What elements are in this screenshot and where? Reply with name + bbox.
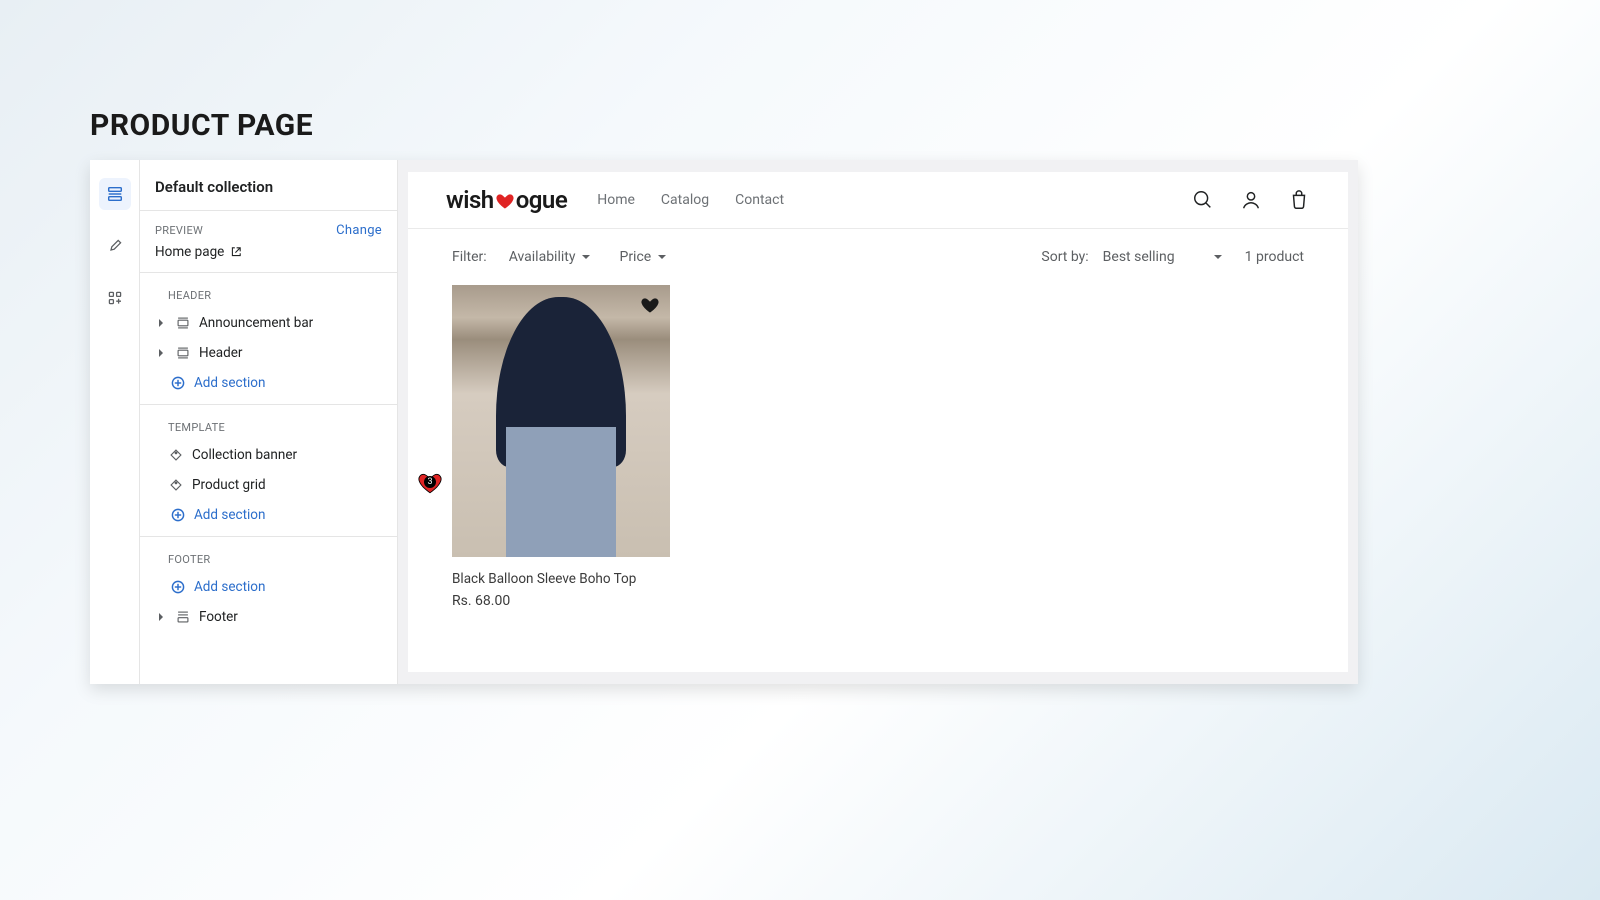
chevron-right-icon bbox=[155, 318, 167, 328]
product-price: Rs. 68.00 bbox=[452, 593, 670, 609]
add-section-label: Add section bbox=[194, 507, 265, 523]
sidebar-header: Default collection bbox=[140, 160, 397, 211]
preview-label: PREVIEW bbox=[155, 224, 203, 237]
tree-item-label: Collection banner bbox=[192, 447, 297, 463]
external-link-icon bbox=[230, 246, 242, 258]
group-label-template: TEMPLATE bbox=[140, 411, 397, 440]
store-header: wish ogue Home Catalog Contact bbox=[408, 172, 1348, 229]
tree-item-label: Announcement bar bbox=[199, 315, 313, 331]
wishlist-float-button[interactable]: 3 bbox=[415, 470, 445, 496]
add-section-footer[interactable]: Add section bbox=[140, 572, 397, 602]
nav-catalog[interactable]: Catalog bbox=[661, 192, 709, 208]
nav-home[interactable]: Home bbox=[597, 192, 635, 208]
preview-page-name: Home page bbox=[155, 244, 224, 260]
chevron-right-icon bbox=[155, 612, 167, 622]
filter-price-label: Price bbox=[619, 249, 651, 265]
tree-item-label: Footer bbox=[199, 609, 238, 625]
group-label-header: HEADER bbox=[140, 279, 397, 308]
tree-item-footer[interactable]: Footer bbox=[140, 602, 397, 632]
chevron-down-icon bbox=[657, 252, 667, 262]
sections-rail-button[interactable] bbox=[99, 178, 131, 210]
filter-availability-label: Availability bbox=[509, 249, 576, 265]
sort-label: Sort by: bbox=[1041, 249, 1088, 265]
paintbrush-icon bbox=[107, 238, 123, 254]
apps-icon bbox=[107, 290, 123, 306]
section-group-template: TEMPLATE Collection banner Product grid … bbox=[140, 404, 397, 536]
preview-row: PREVIEW Change bbox=[140, 211, 397, 244]
cart-icon[interactable] bbox=[1288, 189, 1310, 211]
filter-bar: Filter: Availability Price Sort by: Best… bbox=[408, 229, 1348, 275]
tag-icon bbox=[168, 478, 184, 492]
add-section-label: Add section bbox=[194, 579, 265, 595]
wishlist-heart-icon[interactable] bbox=[640, 295, 660, 320]
tag-icon bbox=[168, 448, 184, 462]
group-label-footer: FOOTER bbox=[140, 543, 397, 572]
wishlist-count-badge: 3 bbox=[424, 476, 436, 488]
section-icon bbox=[175, 346, 191, 360]
brand-heart-icon bbox=[495, 191, 515, 211]
sidebar: Default collection PREVIEW Change Home p… bbox=[140, 160, 398, 684]
nav-contact[interactable]: Contact bbox=[735, 192, 784, 208]
store-frame: wish ogue Home Catalog Contact Filter: bbox=[408, 172, 1348, 672]
footer-section-icon bbox=[175, 610, 191, 624]
brand-post: ogue bbox=[516, 186, 568, 214]
sort-value: Best selling bbox=[1103, 249, 1175, 265]
product-image bbox=[452, 285, 670, 557]
tree-item-collection-banner[interactable]: Collection banner bbox=[140, 440, 397, 470]
filter-availability[interactable]: Availability bbox=[509, 249, 592, 265]
preview-pane: wish ogue Home Catalog Contact Filter: bbox=[398, 160, 1358, 684]
apps-rail-button[interactable] bbox=[99, 282, 131, 314]
add-section-label: Add section bbox=[194, 375, 265, 391]
editor-icon-rail bbox=[90, 160, 140, 684]
tree-item-header[interactable]: Header bbox=[140, 338, 397, 368]
section-group-footer: FOOTER Add section Footer bbox=[140, 536, 397, 638]
change-preview-link[interactable]: Change bbox=[336, 223, 382, 238]
product-title: Black Balloon Sleeve Boho Top bbox=[452, 571, 670, 587]
tree-item-product-grid[interactable]: Product grid bbox=[140, 470, 397, 500]
tree-item-label: Product grid bbox=[192, 477, 266, 493]
add-section-header[interactable]: Add section bbox=[140, 368, 397, 398]
brand-pre: wish bbox=[446, 186, 494, 214]
chevron-down-icon bbox=[1213, 252, 1223, 262]
sections-icon bbox=[106, 185, 124, 203]
chevron-down-icon bbox=[581, 252, 591, 262]
sidebar-title: Default collection bbox=[155, 178, 382, 196]
section-icon bbox=[175, 316, 191, 330]
filter-label: Filter: bbox=[452, 249, 487, 265]
product-card[interactable]: Black Balloon Sleeve Boho Top Rs. 68.00 bbox=[452, 285, 670, 609]
filter-price[interactable]: Price bbox=[619, 249, 667, 265]
app-window: Default collection PREVIEW Change Home p… bbox=[90, 160, 1358, 684]
plus-circle-icon bbox=[170, 507, 186, 523]
theme-settings-rail-button[interactable] bbox=[99, 230, 131, 262]
product-count: 1 product bbox=[1245, 249, 1304, 265]
section-group-header: HEADER Announcement bar Header Add secti… bbox=[140, 272, 397, 404]
page-title: PRODUCT PAGE bbox=[90, 108, 313, 143]
plus-circle-icon bbox=[170, 375, 186, 391]
plus-circle-icon bbox=[170, 579, 186, 595]
tree-item-label: Header bbox=[199, 345, 242, 361]
search-icon[interactable] bbox=[1192, 189, 1214, 211]
preview-page[interactable]: Home page bbox=[140, 244, 397, 272]
sort-select[interactable]: Best selling bbox=[1103, 249, 1223, 265]
add-section-template[interactable]: Add section bbox=[140, 500, 397, 530]
header-icons bbox=[1192, 189, 1310, 211]
account-icon[interactable] bbox=[1240, 189, 1262, 211]
chevron-right-icon bbox=[155, 348, 167, 358]
nav-links: Home Catalog Contact bbox=[597, 192, 784, 208]
tree-item-announcement-bar[interactable]: Announcement bar bbox=[140, 308, 397, 338]
brand-logo[interactable]: wish ogue bbox=[446, 186, 567, 214]
